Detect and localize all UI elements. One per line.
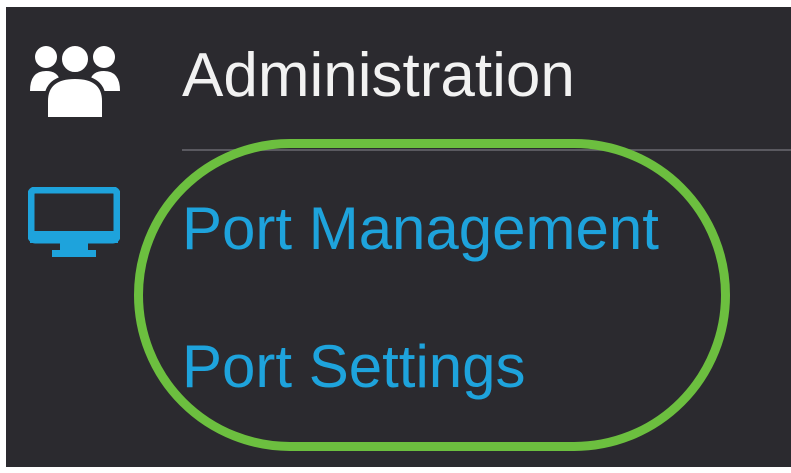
sidebar-nav: Administration Port Management Port Sett… — [6, 7, 791, 467]
nav-divider — [182, 149, 791, 151]
monitor-icon — [28, 187, 120, 257]
users-icon — [30, 42, 120, 119]
nav-item-administration-label: Administration — [182, 41, 575, 110]
nav-item-port-settings[interactable]: Port Settings — [182, 337, 526, 397]
highlight-ring — [134, 139, 730, 451]
nav-item-port-management-label: Port Management — [182, 195, 659, 262]
